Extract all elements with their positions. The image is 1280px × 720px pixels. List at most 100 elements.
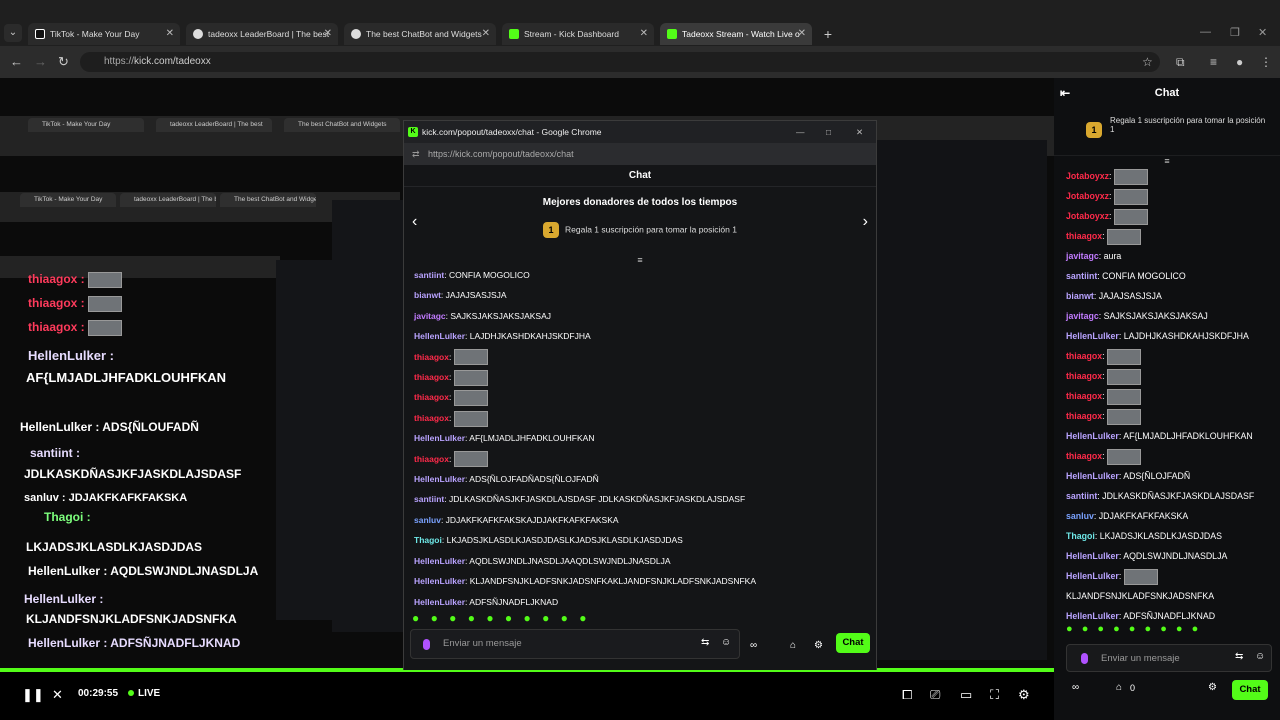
close-window-icon[interactable]: ✕ xyxy=(1258,26,1267,39)
emoji-icon[interactable]: ☺ xyxy=(1255,651,1265,662)
close-tab-icon[interactable]: ✕ xyxy=(324,23,332,45)
popup-url-bar[interactable]: ⇄ https://kick.com/popout/tadeoxx/chat xyxy=(404,143,876,165)
chat-username[interactable]: Thagoi xyxy=(414,535,442,545)
chat-username[interactable]: HellenLulker xyxy=(414,576,465,586)
chat-username[interactable]: HellenLulker xyxy=(414,331,465,341)
collapse-banner-icon[interactable]: ≡ xyxy=(404,255,876,265)
emote-bar[interactable]: ● ● ● ● ● ● ● ● ● ● xyxy=(412,611,591,625)
profile-avatar-icon[interactable]: ● xyxy=(1236,55,1243,69)
points-icon[interactable]: ∞ xyxy=(750,640,757,651)
forward-icon[interactable]: → xyxy=(34,54,47,69)
site-info-icon[interactable]: ⇄ xyxy=(412,143,420,165)
chat-username[interactable]: santiint xyxy=(414,494,444,504)
popup-message-input[interactable]: Enviar un mensaje ⇆ ☺ xyxy=(410,629,740,659)
reload-icon[interactable]: ↻ xyxy=(58,54,69,70)
top-donors-banner: Mejores donadores de todos los tiempos 1… xyxy=(404,187,876,255)
back-icon[interactable]: ← xyxy=(10,54,23,69)
pause-icon[interactable]: ❚❚ xyxy=(22,687,44,703)
store-icon[interactable]: ⌂ xyxy=(1116,682,1122,693)
chat-username[interactable]: HellenLulker xyxy=(414,597,465,607)
translate-icon[interactable]: ⇆ xyxy=(701,637,709,648)
emoji-icon[interactable]: ☺ xyxy=(721,637,731,648)
chat-username[interactable]: thiaagox xyxy=(414,454,449,464)
chat-username[interactable]: thiaagox xyxy=(1066,391,1102,401)
address-bar[interactable]: https://kick.com/tadeoxx xyxy=(80,52,1160,72)
close-window-icon[interactable]: ✕ xyxy=(856,121,863,143)
theater-mode-icon[interactable]: ▭ xyxy=(960,687,972,703)
tab-tiktok[interactable]: TikTok - Make Your Day ✕ xyxy=(28,23,180,45)
tab-chatbot[interactable]: The best ChatBot and Widgets ✕ xyxy=(344,23,496,45)
tab-kick-dashboard[interactable]: Stream - Kick Dashboard ✕ xyxy=(502,23,654,45)
chat-username[interactable]: sanluv xyxy=(1066,511,1094,521)
chat-username[interactable]: Thagoi xyxy=(1066,531,1095,541)
chat-username[interactable]: thiaagox xyxy=(1066,351,1102,361)
fullscreen-icon[interactable]: ⛶ xyxy=(990,687,999,703)
chat-username[interactable]: javitagc xyxy=(1066,311,1099,321)
close-tab-icon[interactable]: ✕ xyxy=(166,23,174,45)
emote-bar[interactable]: ● ● ● ● ● ● ● ● ● xyxy=(1066,623,1201,635)
chevron-left-icon[interactable]: ‹ xyxy=(412,213,417,231)
chat-username[interactable]: javitagc xyxy=(1066,251,1099,261)
chat-username[interactable]: HellenLulker xyxy=(1066,611,1119,621)
new-tab-icon[interactable]: + xyxy=(820,26,836,42)
chat-username[interactable]: Jotaboyxz xyxy=(1066,191,1109,201)
close-tab-icon[interactable]: ✕ xyxy=(798,23,806,45)
minimize-icon[interactable]: — xyxy=(796,121,805,143)
chat-username[interactable]: HellenLulker xyxy=(1066,551,1119,561)
mic-icon[interactable] xyxy=(1081,653,1088,664)
chat-username[interactable]: HellenLulker xyxy=(1066,471,1119,481)
maximize-icon[interactable]: □ xyxy=(826,121,831,143)
sidebar-message-input[interactable]: Enviar un mensaje ⇆ ☺ xyxy=(1066,644,1272,672)
tab-search-icon[interactable]: ⌄ xyxy=(4,24,22,42)
chat-username[interactable]: bianwt xyxy=(414,290,441,300)
chat-username[interactable]: thiaagox xyxy=(1066,371,1102,381)
close-tab-icon[interactable]: ✕ xyxy=(482,23,490,45)
chat-username[interactable]: thiaagox xyxy=(1066,451,1102,461)
settings-icon[interactable]: ⚙ xyxy=(1208,682,1217,693)
miniplayer-icon[interactable]: ⧠ xyxy=(902,687,912,703)
media-icon[interactable]: ≡ xyxy=(1210,55,1217,69)
minimize-icon[interactable]: — xyxy=(1200,26,1211,38)
chat-username[interactable]: sanluv xyxy=(414,515,441,525)
chat-username[interactable]: thiaagox xyxy=(414,352,449,362)
clip-icon[interactable]: ⎚ xyxy=(930,687,940,703)
collapse-chat-icon[interactable]: ⇤ xyxy=(1060,78,1070,108)
close-tab-icon[interactable]: ✕ xyxy=(640,23,648,45)
bookmark-star-icon[interactable]: ☆ xyxy=(1142,55,1153,69)
chat-username[interactable]: HellenLulker xyxy=(414,556,465,566)
settings-icon[interactable]: ⚙ xyxy=(814,640,823,651)
tab-leaderboard[interactable]: tadeoxx LeaderBoard | The best ✕ xyxy=(186,23,338,45)
emote-image xyxy=(1107,388,1142,405)
chat-username[interactable]: thiaagox xyxy=(1066,411,1102,421)
chat-username[interactable]: HellenLulker xyxy=(1066,431,1119,441)
tab-tadeoxx-stream[interactable]: Tadeoxx Stream - Watch Live o ✕ xyxy=(660,23,812,45)
translate-icon[interactable]: ⇆ xyxy=(1235,651,1243,662)
chat-username[interactable]: Jotaboyxz xyxy=(1066,171,1109,181)
chat-username[interactable]: HellenLulker xyxy=(414,433,465,443)
chat-username[interactable]: santiint xyxy=(414,270,444,280)
chat-username[interactable]: HellenLulker xyxy=(1066,331,1119,341)
points-icon[interactable]: ∞ xyxy=(1072,682,1079,693)
popup-chat-send-button[interactable]: Chat xyxy=(836,633,870,653)
chevron-right-icon[interactable]: › xyxy=(863,213,868,231)
mute-icon[interactable]: ✕ xyxy=(52,687,63,703)
sidebar-chat-send-button[interactable]: Chat xyxy=(1232,680,1268,700)
chat-username[interactable]: thiaagox xyxy=(414,413,449,423)
chat-username[interactable]: javitagc xyxy=(414,311,446,321)
chat-username[interactable]: bianwt xyxy=(1066,291,1094,301)
mic-icon[interactable] xyxy=(423,639,430,650)
chat-username[interactable]: thiaagox xyxy=(414,392,449,402)
chat-username[interactable]: HellenLulker xyxy=(414,474,465,484)
chat-username[interactable]: thiaagox xyxy=(414,372,449,382)
chat-username[interactable]: santiint xyxy=(1066,491,1097,501)
menu-icon[interactable]: ⋮ xyxy=(1260,55,1272,69)
chat-username[interactable]: santiint xyxy=(1066,271,1097,281)
chat-username[interactable]: HellenLulker xyxy=(1066,571,1119,581)
chat-username[interactable]: thiaagox xyxy=(1066,231,1102,241)
collapse-banner-icon[interactable]: ≡ xyxy=(1054,156,1280,166)
extensions-icon[interactable]: ⧉ xyxy=(1176,55,1185,70)
maximize-icon[interactable]: ❐ xyxy=(1230,26,1240,39)
store-icon[interactable]: ⌂ xyxy=(790,640,796,651)
settings-icon[interactable]: ⚙ xyxy=(1018,687,1030,703)
chat-username[interactable]: Jotaboyxz xyxy=(1066,211,1109,221)
